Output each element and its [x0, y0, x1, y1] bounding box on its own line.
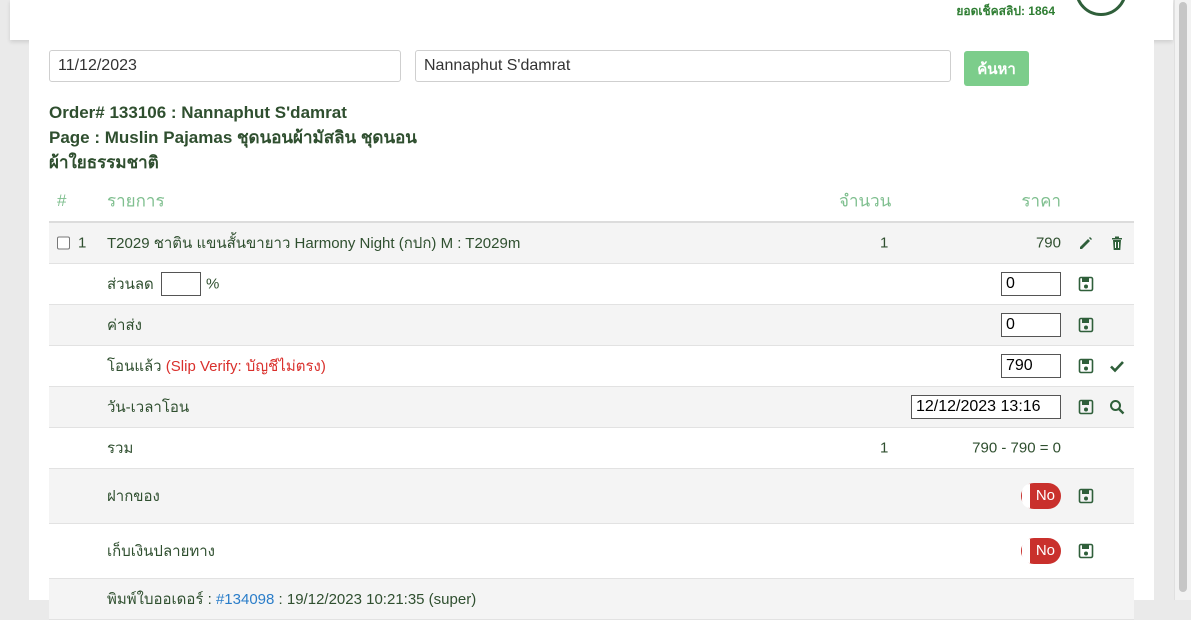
deposit-toggle-label: No — [1035, 487, 1055, 504]
save-icon[interactable] — [1078, 399, 1094, 415]
transferred-label-group: โอนแล้ว (Slip Verify: บัญชีไม่ตรง) — [107, 354, 326, 378]
shipping-value-input[interactable] — [1001, 313, 1061, 337]
table-row-item: 1 T2029 ชาติน แขนสั้นขายาว Harmony Night… — [49, 223, 1134, 264]
total-value: 790 - 790 = 0 — [972, 439, 1061, 457]
cod-toggle[interactable]: No — [1021, 538, 1061, 564]
total-label: รวม — [107, 440, 134, 457]
trash-icon[interactable] — [1109, 235, 1125, 251]
slip-verify-note: (Slip Verify: บัญชีไม่ตรง) — [165, 358, 326, 375]
item-price: 790 — [1035, 234, 1061, 252]
table-row-transfer-datetime: วัน-เวลาโอน — [49, 387, 1134, 428]
save-icon[interactable] — [1078, 488, 1094, 504]
scrollbar[interactable] — [1174, 0, 1191, 600]
total-qty: 1 — [880, 439, 889, 457]
logo-icon — [1075, 0, 1127, 16]
header-qty: จำนวน — [839, 191, 892, 211]
discount-label: ส่วนลด — [107, 276, 154, 293]
table-row-transferred: โอนแล้ว (Slip Verify: บัญชีไม่ตรง) — [49, 346, 1134, 387]
print-line: พิมพ์ใบออเดอร์ : #134098 : 19/12/2023 10… — [107, 587, 476, 611]
shipping-label: ค่าส่ง — [107, 317, 142, 334]
save-icon[interactable] — [1078, 276, 1094, 292]
discount-percent-input[interactable] — [161, 272, 201, 296]
header-price: ราคา — [1021, 191, 1061, 211]
table-row-discount: ส่วนลด % — [49, 264, 1134, 305]
discount-percent-sign: % — [206, 275, 220, 293]
item-checkbox[interactable] — [57, 236, 70, 250]
item-index: 1 — [78, 234, 87, 252]
search-button[interactable]: ค้นหา — [964, 51, 1029, 86]
order-table: # รายการ จำนวน ราคา 1 T2029 ชาติน แขนสั้… — [49, 181, 1134, 620]
order-title: Order# 133106 : Nannaphut S'damrat — [49, 103, 347, 122]
transferred-label: โอนแล้ว — [107, 358, 162, 375]
table-header: # รายการ จำนวน ราคา — [49, 181, 1134, 223]
main-panel: ค้นหา Order# 133106 : Nannaphut S'damrat… — [29, 40, 1154, 620]
top-bar: ยอดเช็คสลิป: 1864 — [10, 0, 1173, 40]
order-page-line1: Page : Muslin Pajamas ชุดนอนผ้ามัสลิน ชุ… — [49, 128, 417, 147]
item-name: T2029 ชาติน แขนสั้นขายาว Harmony Night (… — [107, 235, 521, 252]
order-info: Order# 133106 : Nannaphut S'damrat Page … — [49, 100, 417, 175]
scroll-thumb[interactable] — [1179, 2, 1187, 592]
cod-label: เก็บเงินปลายทาง — [107, 543, 215, 560]
check-icon[interactable] — [1109, 358, 1125, 374]
deposit-label: ฝากของ — [107, 488, 160, 505]
transfer-datetime-label: วัน-เวลาโอน — [107, 399, 190, 416]
cod-toggle-label: No — [1035, 542, 1055, 559]
save-icon[interactable] — [1078, 543, 1094, 559]
table-row-deposit: ฝากของ No — [49, 469, 1134, 524]
table-row-shipping: ค่าส่ง — [49, 305, 1134, 346]
order-page-line2: ผ้าใยธรรมชาติ — [49, 153, 159, 172]
deposit-toggle[interactable]: No — [1021, 483, 1061, 509]
save-icon[interactable] — [1078, 317, 1094, 333]
table-row-cod: เก็บเงินปลายทาง No — [49, 524, 1134, 579]
header-item: รายการ — [107, 191, 165, 211]
toggle-knob — [1022, 484, 1030, 508]
transfer-datetime-input[interactable] — [911, 395, 1061, 419]
item-qty: 1 — [880, 234, 889, 252]
save-icon[interactable] — [1078, 358, 1094, 374]
transferred-value-input[interactable] — [1001, 354, 1061, 378]
discount-value-input[interactable] — [1001, 272, 1061, 296]
toggle-knob — [1022, 539, 1030, 563]
customer-name-input[interactable] — [415, 50, 951, 82]
table-row-total: รวม 1 790 - 790 = 0 — [49, 428, 1134, 469]
search-icon[interactable] — [1109, 399, 1125, 415]
slip-count-label: ยอดเช็คสลิป: 1864 — [956, 4, 1055, 18]
date-input[interactable] — [49, 50, 401, 82]
pencil-icon[interactable] — [1078, 235, 1094, 251]
header-num: # — [57, 191, 67, 210]
